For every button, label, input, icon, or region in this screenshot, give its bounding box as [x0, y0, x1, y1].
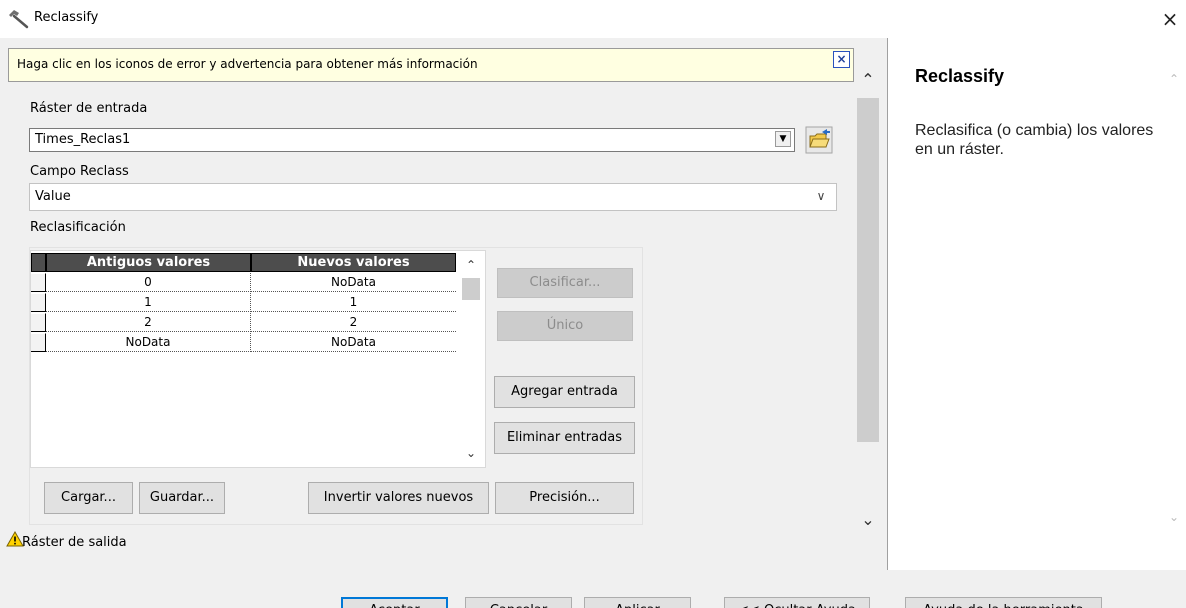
help-scroll-up-icon[interactable]: ⌃: [1166, 72, 1182, 86]
input-raster-label: Ráster de entrada: [30, 101, 148, 116]
table-row[interactable]: 0 NoData: [31, 273, 456, 292]
table-row[interactable]: 1 1: [31, 293, 456, 312]
grid-scroll-up-icon[interactable]: ⌃: [462, 258, 480, 272]
reverse-new-values-button[interactable]: Invertir valores nuevos: [308, 482, 489, 514]
help-scroll-down-icon[interactable]: ⌄: [1166, 510, 1182, 524]
open-folder-icon[interactable]: [805, 126, 833, 154]
scroll-up-icon[interactable]: ⌃: [858, 72, 878, 88]
row-header-corner: [31, 253, 46, 272]
pane-splitter[interactable]: [882, 38, 888, 570]
save-button[interactable]: Guardar...: [139, 482, 225, 514]
reclass-field-label: Campo Reclass: [30, 164, 129, 179]
ok-button[interactable]: Aceptar: [341, 597, 448, 608]
row-selector[interactable]: [31, 313, 46, 332]
chevron-down-icon[interactable]: ∨: [812, 187, 830, 205]
dropdown-arrow-icon[interactable]: ▼: [775, 131, 791, 147]
title-bar: [0, 0, 1186, 38]
hammer-icon: [8, 9, 30, 29]
precision-button[interactable]: Precisión...: [495, 482, 634, 514]
help-title: Reclassify: [915, 66, 1005, 86]
input-raster-combobox[interactable]: Times_Reclas1: [29, 128, 795, 152]
new-value-cell[interactable]: 1: [251, 293, 456, 312]
close-icon[interactable]: ×: [1158, 6, 1182, 32]
scroll-down-icon[interactable]: ⌄: [858, 512, 878, 528]
new-value-cell[interactable]: NoData: [251, 273, 456, 292]
reclass-field-combobox[interactable]: Value: [29, 183, 837, 211]
old-value-cell[interactable]: NoData: [46, 333, 251, 352]
cancel-button[interactable]: Cancelar: [465, 597, 572, 608]
table-header-row: Antiguos valores Nuevos valores: [31, 253, 456, 272]
row-selector[interactable]: [31, 273, 46, 292]
new-value-cell[interactable]: 2: [251, 313, 456, 332]
new-value-cell[interactable]: NoData: [251, 333, 456, 352]
info-message-bar: Haga clic en los iconos de error y adver…: [8, 48, 854, 82]
load-button[interactable]: Cargar...: [44, 482, 133, 514]
apply-button[interactable]: Aplicar: [584, 597, 691, 608]
output-raster-label: Ráster de salida: [22, 535, 127, 550]
delete-entries-button[interactable]: Eliminar entradas: [494, 422, 635, 454]
column-header-new-values[interactable]: Nuevos valores: [251, 253, 456, 272]
grid-scroll-down-icon[interactable]: ⌄: [462, 446, 480, 460]
info-bar-close-button[interactable]: ×: [833, 51, 850, 68]
table-row[interactable]: NoData NoData: [31, 333, 456, 352]
classify-button[interactable]: Clasificar...: [497, 268, 633, 298]
row-selector[interactable]: [31, 333, 46, 352]
grid-scrollbar-thumb[interactable]: [462, 278, 480, 300]
row-selector[interactable]: [31, 293, 46, 312]
column-header-old-values[interactable]: Antiguos valores: [46, 253, 251, 272]
tool-help-button[interactable]: Ayuda de la herramienta: [905, 597, 1102, 608]
hide-help-button[interactable]: << Ocultar Ayuda: [724, 597, 870, 608]
window-title: Reclassify: [34, 10, 99, 25]
old-value-cell[interactable]: 2: [46, 313, 251, 332]
table-row[interactable]: 2 2: [31, 313, 456, 332]
scrollbar-thumb[interactable]: [857, 98, 879, 442]
unique-button[interactable]: Único: [497, 311, 633, 341]
reclassification-label: Reclasificación: [30, 220, 126, 235]
help-description: Reclasifica (o cambia) los valores en un…: [915, 122, 1154, 158]
old-value-cell[interactable]: 1: [46, 293, 251, 312]
old-value-cell[interactable]: 0: [46, 273, 251, 292]
add-entry-button[interactable]: Agregar entrada: [494, 376, 635, 408]
